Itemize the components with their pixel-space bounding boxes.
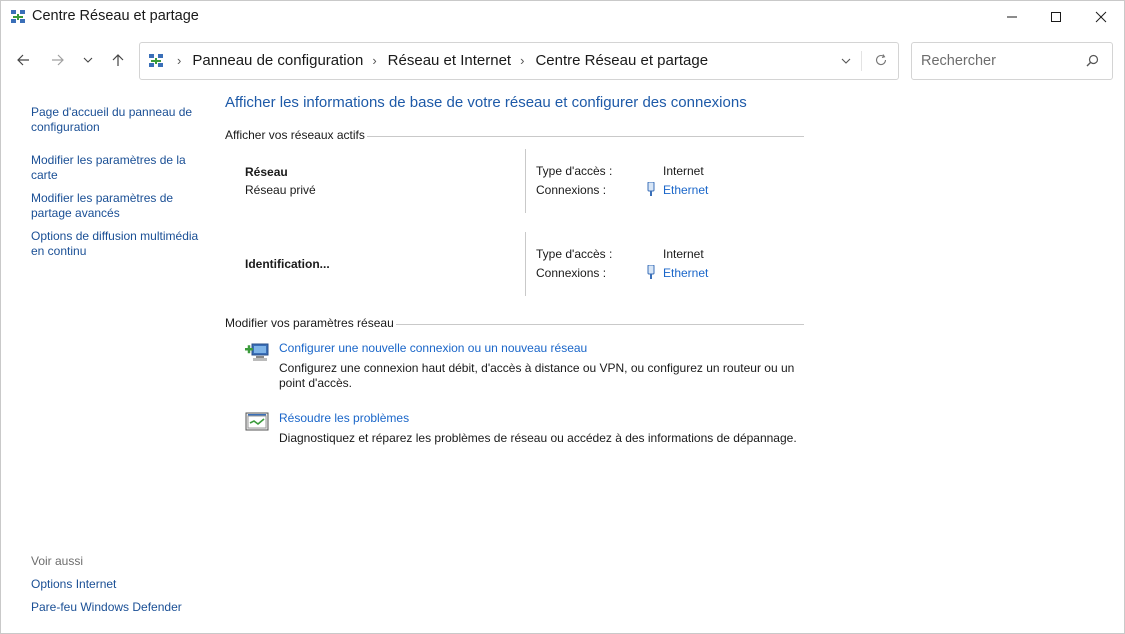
divider bbox=[367, 136, 804, 137]
title-bar: Centre Réseau et partage bbox=[1, 1, 1124, 33]
page-title: Afficher les informations de base de vot… bbox=[225, 94, 747, 111]
network-app-icon bbox=[10, 9, 26, 25]
active-networks-heading: Afficher vos réseaux actifs bbox=[225, 128, 365, 142]
search-box[interactable]: Rechercher bbox=[911, 42, 1113, 80]
ethernet-icon bbox=[646, 264, 656, 279]
access-type-value: Internet bbox=[663, 247, 704, 261]
network-category[interactable]: Réseau privé bbox=[245, 183, 316, 197]
arrow-right-icon bbox=[52, 54, 64, 66]
close-icon bbox=[1095, 11, 1107, 23]
arrow-up-icon bbox=[112, 54, 124, 66]
network-name: Identification... bbox=[245, 257, 330, 271]
ethernet-icon bbox=[646, 181, 656, 196]
breadcrumb-control-panel[interactable]: Panneau de configuration bbox=[192, 52, 363, 69]
connections-label: Connexions : bbox=[536, 266, 607, 280]
chevron-right-icon[interactable]: › bbox=[372, 53, 376, 68]
see-also-internet-options[interactable]: Options Internet bbox=[31, 577, 206, 592]
chevron-down-icon bbox=[841, 58, 851, 64]
change-settings-heading: Modifier vos paramètres réseau bbox=[225, 316, 394, 330]
chevron-right-icon: › bbox=[177, 53, 182, 68]
connections-label: Connexions : bbox=[536, 183, 607, 197]
divider bbox=[525, 232, 526, 296]
search-input[interactable]: Rechercher bbox=[921, 53, 996, 69]
search-icon[interactable] bbox=[1086, 54, 1099, 72]
chevron-right-icon[interactable]: › bbox=[520, 53, 524, 68]
maximize-icon bbox=[1051, 12, 1061, 22]
troubleshoot-description: Diagnostiquez et réparez les problèmes d… bbox=[279, 431, 797, 445]
back-button[interactable] bbox=[9, 46, 37, 74]
minimize-icon bbox=[1007, 16, 1017, 18]
ethernet-connection-link[interactable]: Ethernet bbox=[663, 266, 708, 280]
network-sharing-center-window: Centre Réseau et partage › Panneau de co… bbox=[0, 0, 1125, 634]
setup-new-connection-link[interactable]: Configurer une nouvelle connexion ou un … bbox=[279, 341, 587, 355]
sidebar-link-adapter-settings[interactable]: Modifier les paramètres de la carte bbox=[31, 153, 206, 183]
window-title: Centre Réseau et partage bbox=[32, 8, 199, 24]
ethernet-connection-link[interactable]: Ethernet bbox=[663, 183, 708, 197]
network-location-icon bbox=[148, 53, 164, 74]
recent-locations-button[interactable] bbox=[75, 46, 101, 74]
breadcrumb-network-internet[interactable]: Réseau et Internet bbox=[388, 52, 511, 69]
chevron-down-icon bbox=[83, 57, 93, 63]
sidebar-link-advanced-sharing[interactable]: Modifier les paramètres de partage avanc… bbox=[31, 191, 206, 221]
minimize-button[interactable] bbox=[989, 1, 1035, 33]
divider bbox=[396, 324, 804, 325]
new-connection-icon bbox=[244, 341, 270, 363]
sidebar-link-media-streaming[interactable]: Options de diffusion multimédia en conti… bbox=[31, 229, 206, 259]
see-also-firewall[interactable]: Pare-feu Windows Defender bbox=[31, 600, 206, 615]
setup-new-connection-description: Configurez une connexion haut débit, d'a… bbox=[279, 361, 795, 390]
troubleshoot-icon bbox=[244, 411, 270, 433]
maximize-button[interactable] bbox=[1033, 1, 1079, 33]
access-type-label: Type d'accès : bbox=[536, 164, 613, 178]
arrow-left-icon bbox=[17, 54, 29, 66]
close-button[interactable] bbox=[1078, 1, 1124, 33]
up-button[interactable] bbox=[104, 46, 132, 74]
sidebar-link-control-panel-home[interactable]: Page d'accueil du panneau de configurati… bbox=[31, 105, 206, 135]
divider bbox=[861, 51, 862, 71]
breadcrumb-current[interactable]: Centre Réseau et partage bbox=[535, 52, 708, 69]
refresh-icon bbox=[875, 54, 887, 66]
troubleshoot-link[interactable]: Résoudre les problèmes bbox=[279, 411, 409, 425]
forward-button[interactable] bbox=[44, 46, 72, 74]
access-type-label: Type d'accès : bbox=[536, 247, 613, 261]
network-name: Réseau bbox=[245, 165, 288, 179]
address-dropdown-button[interactable] bbox=[840, 54, 852, 72]
divider bbox=[525, 149, 526, 213]
breadcrumb: › Panneau de configuration › Réseau et I… bbox=[168, 52, 708, 69]
address-bar[interactable]: › Panneau de configuration › Réseau et I… bbox=[139, 42, 899, 80]
refresh-button[interactable] bbox=[874, 53, 888, 72]
access-type-value: Internet bbox=[663, 164, 704, 178]
see-also-heading: Voir aussi bbox=[31, 554, 84, 568]
